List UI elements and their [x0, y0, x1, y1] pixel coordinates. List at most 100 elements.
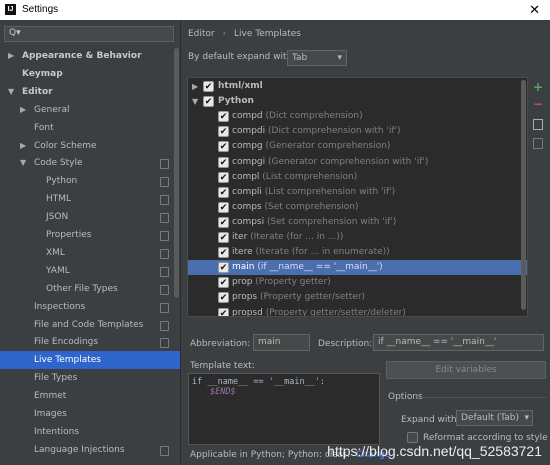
sidebar-item[interactable]: YAML	[0, 262, 180, 280]
sidebar-item[interactable]: Images	[0, 405, 180, 423]
template-row[interactable]: ✔ compd (Dict comprehension)	[188, 109, 527, 124]
sidebar-item[interactable]: ▶ General	[0, 101, 180, 119]
sidebar-item[interactable]: Keymap	[0, 65, 180, 83]
abbreviation-field[interactable]: main	[253, 334, 310, 351]
remove-icon[interactable]: −	[533, 97, 543, 111]
template-group-name: Python	[218, 96, 254, 107]
expand-right-icon[interactable]: ▶	[20, 137, 26, 155]
templates-list: ▶ ✔ html/xml ▼ ✔ Python ✔ compd (Dict comprehen…	[187, 77, 528, 317]
enabled-checkbox[interactable]: ✔	[218, 262, 229, 274]
expand-down-icon[interactable]: ▼	[8, 83, 14, 101]
template-row[interactable]: ✔ compl (List comprehension)	[188, 170, 527, 185]
sidebar-item[interactable]: Live Templates	[0, 351, 180, 370]
breadcrumb-live-templates: Live Templates	[234, 29, 301, 39]
enabled-checkbox[interactable]: ✔	[218, 307, 229, 316]
sidebar-item[interactable]: XML	[0, 244, 180, 262]
sidebar-item[interactable]: Font	[0, 119, 180, 137]
add-icon[interactable]: +	[533, 80, 543, 94]
sidebar-item[interactable]: Python	[0, 172, 180, 190]
sidebar-item-label: Python	[46, 176, 78, 187]
expand-right-icon[interactable]: ▶	[192, 79, 198, 94]
breadcrumb-editor[interactable]: Editor	[188, 29, 215, 39]
enabled-checkbox[interactable]: ✔	[218, 186, 229, 198]
template-abbreviation: iter (Iterate (for ... in ...))	[232, 232, 344, 242]
template-abbreviation: compgi (Generator comprehension with 'if…	[232, 156, 429, 167]
sidebar-item[interactable]: File Encodings	[0, 333, 180, 351]
enabled-checkbox[interactable]: ✔	[218, 216, 229, 228]
template-row[interactable]: ✔ propsd (Property getter/setter/deleter)	[188, 306, 527, 317]
template-group-name: html/xml	[218, 81, 263, 91]
template-row[interactable]: ✔ iter (Iterate (for ... in ...))	[188, 230, 527, 245]
description-field[interactable]: if __name__ == '__main__'	[373, 334, 544, 351]
search-icon: Q▾	[9, 28, 21, 38]
templates-scrollbar[interactable]	[521, 80, 526, 310]
project-scope-icon	[160, 177, 169, 188]
sidebar-item-label: Inspections	[34, 301, 86, 312]
template-row[interactable]: ✔ compli (List comprehension with 'if')	[188, 185, 527, 200]
enabled-checkbox[interactable]: ✔	[218, 171, 229, 183]
sidebar-item[interactable]: Other File Types	[0, 280, 180, 298]
template-row[interactable]: ✔ main (if __name__ == '__main__')	[188, 260, 527, 276]
template-row[interactable]: ✔ compg (Generator comprehension)	[188, 139, 527, 154]
sidebar-item[interactable]: File Types	[0, 369, 180, 387]
template-abbreviation: compdi (Dict comprehension with 'if')	[232, 126, 401, 137]
app-icon: IJ	[5, 4, 16, 15]
template-group-row[interactable]: ▶ ✔ html/xml	[188, 79, 527, 94]
expand-down-icon[interactable]: ▼	[20, 154, 26, 172]
template-description: (Generator comprehension)	[265, 141, 391, 152]
enabled-checkbox[interactable]: ✔	[203, 81, 214, 92]
enabled-checkbox[interactable]: ✔	[218, 111, 229, 123]
template-abbreviation: propsd (Property getter/setter/deleter)	[232, 307, 406, 317]
enabled-checkbox[interactable]: ✔	[218, 247, 229, 259]
sidebar-item[interactable]: ▼ Code Style	[0, 154, 180, 172]
template-text-editor[interactable]: if __name__ == '__main__': $END$	[188, 373, 380, 445]
expand-right-icon[interactable]: ▶	[20, 101, 26, 119]
template-group-row[interactable]: ▼ ✔ Python	[188, 94, 527, 109]
sidebar-item[interactable]: Properties	[0, 226, 180, 244]
enabled-checkbox[interactable]: ✔	[218, 156, 229, 168]
template-row[interactable]: ✔ compdi (Dict comprehension with 'if')	[188, 124, 527, 139]
expand-with-option-label: Expand with	[401, 415, 457, 425]
sidebar-item[interactable]: ▼ Editor	[0, 83, 180, 101]
sidebar-item[interactable]: Language Injections	[0, 441, 180, 459]
enabled-checkbox[interactable]: ✔	[203, 96, 214, 108]
expand-with-select[interactable]: Tab ▾	[287, 50, 347, 66]
close-icon[interactable]: ✕	[529, 2, 540, 18]
template-row[interactable]: ✔ props (Property getter/setter)	[188, 290, 527, 305]
enabled-checkbox[interactable]: ✔	[218, 232, 229, 243]
sidebar-item[interactable]: Intentions	[0, 423, 180, 441]
enabled-checkbox[interactable]: ✔	[218, 201, 229, 213]
sidebar-item[interactable]: Inspections	[0, 298, 180, 316]
expand-right-icon[interactable]: ▶	[8, 47, 14, 65]
sidebar-item[interactable]: HTML	[0, 190, 180, 208]
template-row[interactable]: ✔ compgi (Generator comprehension with 'i…	[188, 155, 527, 170]
template-description: (if __name__ == '__main__')	[257, 262, 383, 273]
expand-with-row: By default expand with	[188, 52, 292, 62]
enabled-checkbox[interactable]: ✔	[218, 126, 229, 138]
reformat-checkbox[interactable]	[407, 432, 418, 443]
expand-with-option-select[interactable]: Default (Tab) ▾	[456, 410, 533, 426]
expand-down-icon[interactable]: ▼	[192, 94, 198, 109]
restore-icon[interactable]	[533, 138, 543, 149]
template-row[interactable]: ✔ compsi (Set comprehension with 'if')	[188, 215, 527, 230]
copy-icon[interactable]	[533, 119, 543, 130]
sidebar-item[interactable]: ▶ Color Scheme	[0, 137, 180, 155]
template-abbreviation: compl (List comprehension)	[232, 171, 358, 182]
search-input[interactable]: Q▾	[4, 26, 174, 42]
edit-variables-button[interactable]: Edit variables	[386, 361, 546, 379]
template-abbreviation: comps (Set comprehension)	[232, 201, 359, 212]
title-bar: IJ Settings ✕	[0, 0, 550, 20]
template-row[interactable]: ✔ prop (Property getter)	[188, 275, 527, 290]
sidebar-scrollbar[interactable]	[174, 48, 179, 298]
project-scope-icon	[160, 195, 169, 206]
sidebar-item-label: File and Code Templates	[34, 319, 144, 330]
sidebar-item[interactable]: Emmet	[0, 387, 180, 405]
enabled-checkbox[interactable]: ✔	[218, 277, 229, 289]
sidebar-item[interactable]: File and Code Templates	[0, 316, 180, 334]
enabled-checkbox[interactable]: ✔	[218, 292, 229, 304]
template-row[interactable]: ✔ itere (Iterate (for ... in enumerate))	[188, 245, 527, 260]
template-row[interactable]: ✔ comps (Set comprehension)	[188, 200, 527, 215]
sidebar-item[interactable]: JSON	[0, 208, 180, 226]
sidebar-item[interactable]: ▶ Appearance & Behavior	[0, 47, 180, 65]
enabled-checkbox[interactable]: ✔	[218, 141, 229, 153]
